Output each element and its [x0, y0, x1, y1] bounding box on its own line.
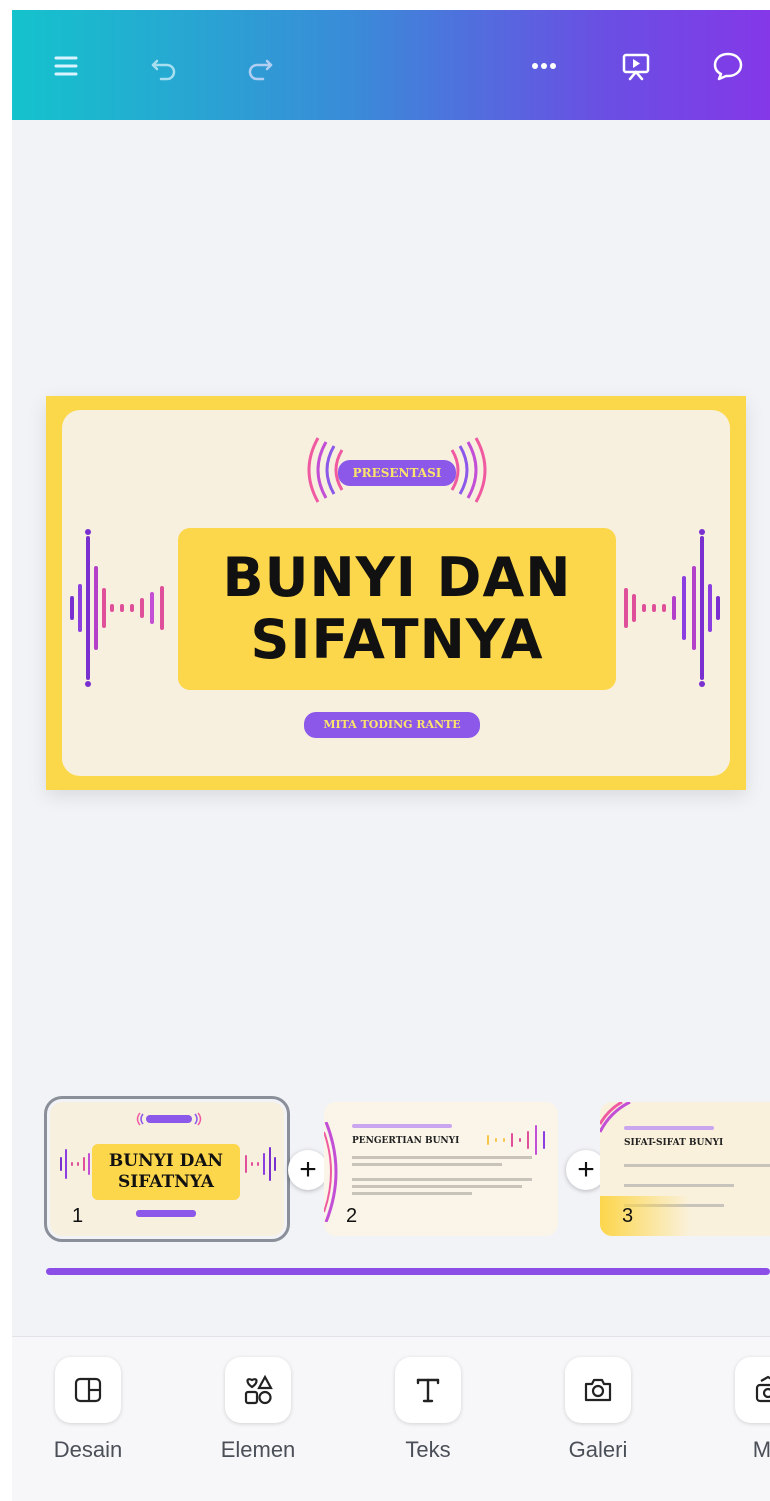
thumb-waveform	[487, 1125, 545, 1155]
thumb-text-line	[624, 1164, 770, 1167]
more-icon[interactable]	[516, 38, 572, 94]
layout-icon[interactable]	[55, 1357, 121, 1423]
thumb-subheading-line	[624, 1126, 714, 1130]
thumb-title-line-2: SIFATNYA	[118, 1172, 214, 1192]
thumb-right-waveform	[245, 1147, 276, 1181]
tool-label: Elemen	[220, 1437, 296, 1462]
page-thumbnail-2[interactable]: PENGERTIAN BUNYI 2	[324, 1102, 558, 1236]
thumb-corner-arcs	[600, 1102, 631, 1133]
thumb-title-line-1: BUNYI DAN	[108, 1151, 224, 1171]
page-thumbnail-3[interactable]: SIFAT-SIFAT BUNYI 3	[600, 1102, 770, 1236]
thumb-text-line	[352, 1156, 532, 1159]
slide-title-box[interactable]: BUNYI DAN SIFATNYA	[178, 528, 616, 690]
comment-icon[interactable]	[700, 38, 756, 94]
text-icon[interactable]	[395, 1357, 461, 1423]
camera-icon[interactable]	[565, 1357, 631, 1423]
slide-title-line-2: SIFATNYA	[250, 608, 544, 671]
tool-label: Me	[752, 1437, 770, 1462]
undo-icon[interactable]	[136, 38, 192, 94]
thumb-author-badge	[136, 1210, 196, 1217]
presentation-badge: PRESENTASI	[338, 460, 456, 486]
thumb-left-waveform	[60, 1149, 90, 1179]
page-number: 3	[622, 1205, 634, 1227]
page-thumbnail-1[interactable]: BUNYI DAN SIFATNYA 1	[44, 1096, 290, 1242]
add-page-button[interactable]: +	[288, 1150, 328, 1190]
slide-title-line-1: BUNYI DAN	[222, 546, 572, 609]
app-frame: PRESENTASI BUNYI DAN SIFATNYA MITA TODIN…	[12, 10, 770, 1501]
author-badge: MITA TODING RANTE	[304, 712, 480, 738]
present-icon[interactable]	[608, 38, 664, 94]
left-waveform-decoration	[70, 529, 164, 687]
slide-background: PRESENTASI BUNYI DAN SIFATNYA MITA TODIN…	[62, 410, 730, 776]
thumb-title-box: BUNYI DAN SIFATNYA	[92, 1144, 240, 1200]
thumb-subheading-line	[352, 1124, 452, 1128]
page-number: 2	[346, 1205, 358, 1227]
thumb-text-line	[352, 1178, 532, 1181]
tool-label: Teks	[405, 1437, 451, 1462]
thumb-arc-decoration	[324, 1122, 338, 1222]
bottom-toolbar: Desain Elemen Teks Galeri Me	[12, 1336, 770, 1501]
page-number: 1	[72, 1205, 84, 1227]
tool-label: Galeri	[568, 1437, 628, 1462]
slide-canvas[interactable]: PRESENTASI BUNYI DAN SIFATNYA MITA TODIN…	[46, 396, 746, 790]
redo-icon[interactable]	[232, 38, 288, 94]
thumb-heading: SIFAT-SIFAT BUNYI	[624, 1138, 724, 1148]
tool-galeri[interactable]: Galeri	[538, 1357, 658, 1463]
tool-label: Desain	[53, 1437, 123, 1462]
shapes-icon[interactable]	[225, 1357, 291, 1423]
tool-teks[interactable]: Teks	[368, 1357, 488, 1463]
thumb-yellow-accent	[600, 1196, 690, 1236]
thumb-badge	[132, 1112, 206, 1126]
timeline-scrollbar[interactable]	[46, 1268, 770, 1275]
menu-icon[interactable]	[38, 38, 94, 94]
tool-elemen[interactable]: Elemen	[198, 1357, 318, 1463]
thumb-text-line	[352, 1192, 472, 1195]
thumb-text-line	[352, 1185, 522, 1188]
thumb-text-line	[624, 1184, 734, 1187]
top-toolbar	[12, 10, 770, 120]
thumb-heading: PENGERTIAN BUNYI	[352, 1136, 460, 1146]
thumb-text-line	[352, 1163, 502, 1166]
right-waveform-decoration	[624, 529, 720, 687]
tool-desain[interactable]: Desain	[28, 1357, 148, 1463]
media-icon[interactable]	[735, 1357, 770, 1423]
tool-media[interactable]: Me	[708, 1357, 770, 1463]
